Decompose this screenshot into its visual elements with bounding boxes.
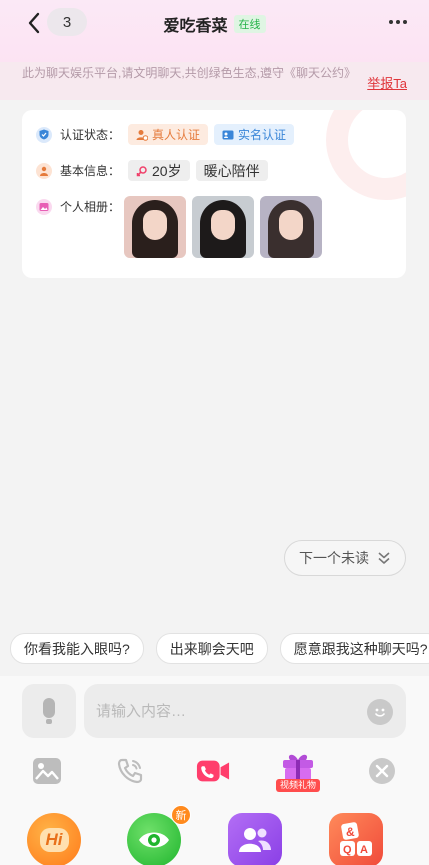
real-person-label: 真人认证 bbox=[152, 128, 201, 142]
more-options-button[interactable] bbox=[385, 12, 411, 32]
ampersand-glyph: & bbox=[346, 825, 355, 839]
shield-icon bbox=[36, 126, 52, 143]
real-name-badge: 实名认证 bbox=[214, 124, 295, 145]
visitors-button[interactable]: 新 bbox=[127, 805, 191, 865]
new-badge: 新 bbox=[171, 805, 191, 825]
age-value: 20岁 bbox=[152, 162, 182, 179]
voice-call-button[interactable] bbox=[113, 754, 147, 788]
image-icon bbox=[33, 758, 61, 784]
video-gift-button[interactable]: 视频礼物 bbox=[276, 752, 320, 792]
qa-game-button[interactable]: & Q A bbox=[329, 813, 383, 865]
say-hi-button[interactable]: Hi bbox=[27, 813, 81, 865]
next-unread-button[interactable]: 下一个未读 bbox=[284, 540, 406, 576]
photo-album bbox=[124, 196, 322, 258]
quick-reply-chip[interactable]: 出来聊会天吧 bbox=[155, 633, 268, 664]
microphone-icon bbox=[43, 698, 55, 724]
next-unread-label: 下一个未读 bbox=[299, 550, 369, 566]
close-panel-button[interactable] bbox=[365, 754, 399, 788]
album-label: 个人相册： bbox=[60, 200, 121, 214]
group-icon bbox=[239, 828, 271, 852]
album-photo[interactable] bbox=[124, 196, 186, 258]
basic-info-row: 基本信息： 20岁 暖心陪伴 bbox=[36, 160, 274, 181]
album-photo[interactable] bbox=[260, 196, 322, 258]
close-icon bbox=[369, 758, 395, 784]
online-status-badge: 在线 bbox=[233, 15, 266, 33]
dot-icon bbox=[396, 20, 400, 24]
album-photo[interactable] bbox=[192, 196, 254, 258]
quick-replies: 你看我能入眼吗? 出来聊会天吧 愿意跟我这种聊天吗? bbox=[10, 633, 429, 664]
image-button[interactable] bbox=[30, 754, 64, 788]
cert-label: 认证状态： bbox=[60, 128, 121, 142]
gift-label: 视频礼物 bbox=[276, 779, 320, 792]
emoji-button[interactable] bbox=[367, 699, 393, 725]
svg-text:A: A bbox=[360, 844, 368, 856]
input-panel: 视频礼物 Hi 新 & QA bbox=[0, 676, 429, 865]
chat-title: 爱吃香菜 在线 bbox=[0, 12, 429, 36]
contact-name: 爱吃香菜 bbox=[163, 18, 228, 35]
notice-bar: 此为聊天娱乐平台,请文明聊天,共创绿色生态,遵守《聊天公约》 举报Ta bbox=[0, 62, 429, 100]
double-chevron-down-icon bbox=[378, 552, 390, 564]
dot-icon bbox=[389, 20, 393, 24]
profile-card: 认证状态： 真人认证 实名认证 基本信息： 20岁 暖心陪伴 个人相册： bbox=[22, 110, 406, 278]
eye-icon bbox=[139, 832, 169, 848]
hi-label: Hi bbox=[39, 828, 69, 852]
dot-icon bbox=[403, 20, 407, 24]
qa-blocks-icon: & Q A bbox=[340, 822, 372, 856]
quick-reply-chip[interactable]: 愿意跟我这种聊天吗? bbox=[279, 633, 429, 664]
group-chat-button[interactable] bbox=[228, 813, 282, 865]
person-check-icon bbox=[136, 129, 149, 141]
age-chip: 20岁 bbox=[128, 160, 190, 181]
video-call-button[interactable] bbox=[196, 754, 230, 788]
female-icon bbox=[136, 165, 147, 176]
voice-input-button[interactable] bbox=[22, 684, 76, 738]
smiley-icon bbox=[375, 708, 385, 717]
phone-icon bbox=[117, 758, 143, 784]
album-row: 个人相册： bbox=[36, 198, 128, 215]
message-input[interactable] bbox=[84, 684, 406, 738]
real-person-badge: 真人认证 bbox=[128, 124, 209, 145]
quick-reply-chip[interactable]: 你看我能入眼吗? bbox=[10, 633, 144, 664]
real-name-label: 实名认证 bbox=[238, 128, 287, 142]
id-card-icon bbox=[222, 130, 234, 139]
personality-tag: 暖心陪伴 bbox=[195, 160, 268, 181]
video-camera-icon bbox=[196, 760, 230, 782]
report-link[interactable]: 举报Ta bbox=[367, 73, 407, 92]
image-icon bbox=[36, 198, 52, 215]
notice-text: 此为聊天娱乐平台,请文明聊天,共创绿色生态,遵守《聊天公约》 bbox=[22, 66, 357, 80]
basic-info-label: 基本信息： bbox=[60, 164, 121, 178]
cert-row: 认证状态： 真人认证 实名认证 bbox=[36, 124, 300, 145]
user-icon bbox=[36, 162, 52, 179]
top-bar: 3 爱吃香菜 在线 bbox=[0, 0, 429, 62]
svg-text:Q: Q bbox=[343, 844, 352, 856]
card-decoration bbox=[326, 110, 406, 200]
